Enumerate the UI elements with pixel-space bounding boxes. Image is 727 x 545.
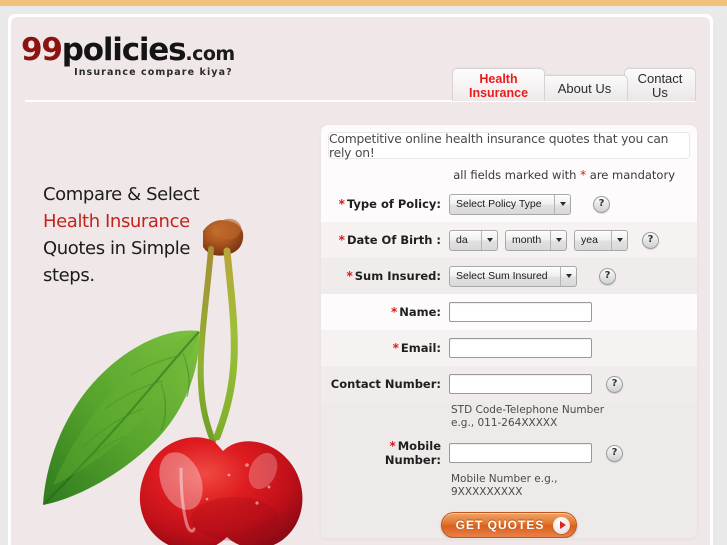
select-dob-day-value: da — [456, 234, 468, 246]
mandatory-note-before: all fields marked with — [453, 168, 577, 182]
help-icon-contact-number[interactable]: ? — [606, 375, 623, 393]
control-email — [449, 338, 697, 358]
site-header: 99policies.com Insurance compare kiya? H… — [11, 17, 710, 109]
help-icon-policy-type[interactable]: ? — [593, 195, 610, 213]
help-icon-dob[interactable]: ? — [642, 231, 659, 249]
hint-mobile-number: Mobile Number e.g., 9XXXXXXXXX — [451, 473, 558, 498]
label-dob-text: Date Of Birth : — [346, 233, 441, 247]
required-star-mobile-number: * — [389, 439, 396, 453]
mandatory-note-after: are mandatory — [589, 168, 675, 182]
required-star-name: * — [390, 305, 398, 319]
required-star-sum-insured: * — [346, 269, 353, 283]
label-policy-type: * Type of Policy: — [321, 197, 449, 211]
label-name-text: Name: — [399, 305, 441, 319]
label-email: * Email: — [321, 341, 449, 355]
chevron-down-icon — [611, 230, 627, 250]
hint-wrap-contact-number: STD Code-Telephone Number e.g., 011-264X… — [321, 402, 697, 435]
tab-health-insurance[interactable]: Health Insurance — [452, 68, 545, 101]
tab-about-us[interactable]: About Us — [541, 75, 628, 101]
label-sum-insured: * Sum Insured: — [321, 269, 449, 283]
control-dob: da month yea ? — [449, 229, 697, 251]
get-quotes-button[interactable]: GET QUOTES — [440, 512, 578, 538]
control-contact-number: ? — [449, 374, 697, 394]
email-input[interactable] — [449, 338, 592, 358]
select-dob-month[interactable]: month — [505, 229, 567, 251]
field-row-name: * Name: — [321, 294, 697, 330]
control-policy-type: Select Policy Type ? — [449, 193, 697, 215]
label-mobile-number: * Mobile Number: — [321, 439, 449, 467]
select-dob-year[interactable]: yea — [574, 229, 628, 251]
promo-headline: Compare & Select Health Insurance Quotes… — [43, 181, 263, 289]
promo-panel: Compare & Select Health Insurance Quotes… — [11, 109, 316, 545]
select-dob-year-value: yea — [581, 234, 598, 246]
site-logo[interactable]: 99policies.com Insurance compare kiya? — [21, 35, 235, 79]
field-row-sum-insured: * Sum Insured: Select Sum Insured ? — [321, 258, 697, 294]
label-email-text: Email: — [400, 341, 441, 355]
promo-line-3: Quotes in Simple — [43, 238, 191, 259]
get-quotes-label: GET QUOTES — [455, 518, 545, 532]
logo-wordmark: 99policies.com — [21, 35, 235, 66]
select-policy-type-value: Select Policy Type — [456, 198, 542, 210]
label-mobile-number-line2: Number: — [384, 453, 441, 467]
quote-form-panel: Competitive online health insurance quot… — [320, 124, 698, 539]
field-row-mobile-number: * Mobile Number: ? — [321, 435, 697, 471]
promo-line-2: Health Insurance — [43, 211, 190, 232]
label-name: * Name: — [321, 305, 449, 319]
control-mobile-number: ? — [449, 443, 697, 463]
logo-99: 99 — [21, 32, 63, 68]
chevron-down-icon — [550, 230, 566, 250]
select-dob-day[interactable]: da — [449, 229, 498, 251]
label-contact-number: Contact Number: — [330, 377, 441, 391]
control-sum-insured: Select Sum Insured ? — [449, 265, 697, 287]
field-row-policy-type: * Type of Policy: Select Policy Type ? — [321, 186, 697, 222]
label-sum-insured-text: Sum Insured: — [354, 269, 441, 283]
page-frame: 99policies.com Insurance compare kiya? H… — [8, 14, 713, 545]
help-icon-sum-insured[interactable]: ? — [599, 267, 616, 285]
field-row-dob: * Date Of Birth : da month yea ? — [321, 222, 697, 258]
label-dob: * Date Of Birth : — [321, 233, 449, 247]
mandatory-fields-note: all fields marked with * are mandatory — [321, 159, 697, 186]
label-policy-type-text: Type of Policy: — [346, 197, 441, 211]
hint-wrap-mobile-number: Mobile Number e.g., 9XXXXXXXXX — [321, 471, 697, 504]
name-input[interactable] — [449, 302, 592, 322]
help-icon-mobile-number[interactable]: ? — [606, 444, 623, 462]
required-star-dob: * — [338, 233, 345, 247]
control-name — [449, 302, 697, 322]
chevron-down-icon — [560, 266, 576, 286]
logo-policies: policies — [61, 32, 187, 68]
promo-line-1: Compare & Select — [43, 184, 200, 205]
promo-line-4: steps. — [43, 265, 95, 286]
main-navigation: Health Insurance About Us Contact Us — [452, 67, 696, 101]
select-sum-insured[interactable]: Select Sum Insured — [449, 265, 577, 287]
arrow-right-icon — [553, 516, 571, 534]
label-mobile-number-line1: Mobile — [397, 439, 441, 453]
mandatory-asterisk: * — [580, 168, 587, 182]
contact-number-input[interactable] — [449, 374, 592, 394]
select-sum-insured-value: Select Sum Insured — [456, 270, 548, 282]
required-star-email: * — [392, 341, 399, 355]
submit-row: GET QUOTES — [321, 504, 697, 538]
logo-dotcom: .com — [185, 43, 235, 65]
field-row-email: * Email: — [321, 330, 697, 366]
page-content: 99policies.com Insurance compare kiya? H… — [11, 17, 710, 545]
logo-tagline: Insurance compare kiya? — [74, 67, 233, 78]
tab-contact-us[interactable]: Contact Us — [624, 68, 696, 101]
required-star-policy-type: * — [338, 197, 345, 211]
field-row-contact-number: Contact Number: ? — [321, 366, 697, 402]
mobile-number-input[interactable] — [449, 443, 592, 463]
form-tagline: Competitive online health insurance quot… — [328, 132, 690, 160]
chevron-down-icon — [554, 194, 570, 214]
chevron-down-icon — [481, 230, 497, 250]
select-dob-month-value: month — [512, 234, 542, 246]
select-policy-type[interactable]: Select Policy Type — [449, 193, 571, 215]
hint-contact-number: STD Code-Telephone Number e.g., 011-264X… — [451, 404, 605, 429]
